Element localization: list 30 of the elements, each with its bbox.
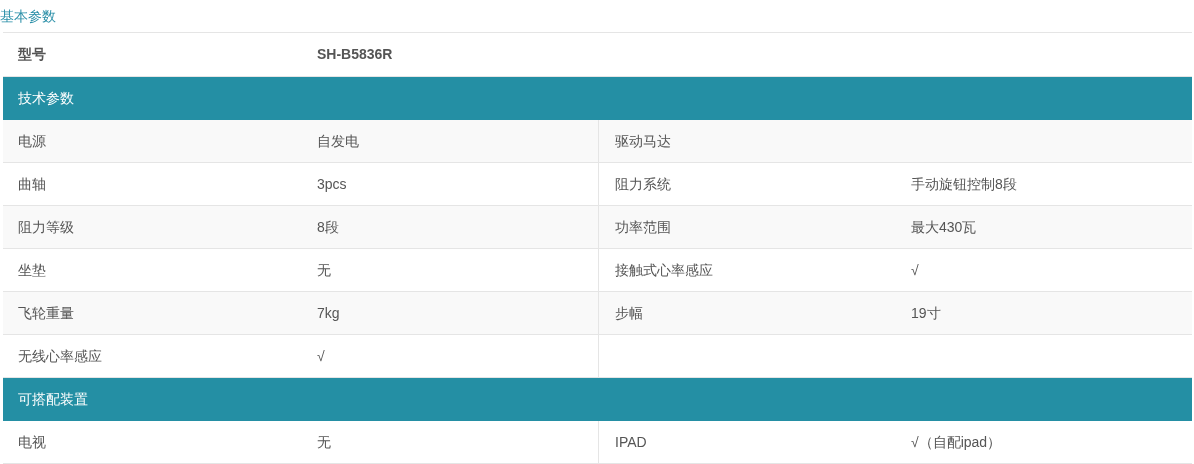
field-label: 型号 bbox=[17, 45, 47, 64]
spec-value: √ bbox=[911, 260, 919, 280]
spec-label: 驱动马达 bbox=[615, 131, 671, 151]
spec-value: 自发电 bbox=[317, 131, 359, 151]
spec-value: 8段 bbox=[317, 217, 339, 237]
spec-label: 坐垫 bbox=[18, 260, 46, 280]
spec-value: 无 bbox=[317, 432, 331, 452]
spec-value: √ bbox=[317, 346, 325, 366]
spec-value: 无 bbox=[317, 260, 331, 280]
spec-label: 接触式心率感应 bbox=[615, 260, 713, 280]
spec-label: 飞轮重量 bbox=[18, 303, 74, 323]
spec-value: 7kg bbox=[317, 303, 340, 323]
spec-value: √（自配ipad） bbox=[911, 432, 1002, 452]
spec-label: IPAD bbox=[615, 432, 647, 452]
spec-label: 无线心率感应 bbox=[18, 346, 102, 366]
spec-value: 19寸 bbox=[911, 303, 941, 323]
section-header-bar: 技术参数 bbox=[3, 77, 1192, 120]
spec-label: 步幅 bbox=[615, 303, 643, 323]
spec-label: 阻力系统 bbox=[615, 174, 671, 194]
spec-value: 最大430瓦 bbox=[911, 217, 977, 237]
spec-label: 功率范围 bbox=[615, 217, 671, 237]
spec-label: 曲轴 bbox=[18, 174, 46, 194]
spec-value: 3pcs bbox=[317, 174, 347, 194]
spec-label: 电源 bbox=[18, 131, 46, 151]
section-header-bar: 可搭配装置 bbox=[3, 378, 1192, 421]
field-value: SH-B5836R bbox=[316, 45, 393, 64]
spec-value: 手动旋钮控制8段 bbox=[911, 174, 1017, 194]
spec-label: 电视 bbox=[18, 432, 46, 452]
section-heading: 基本参数 bbox=[0, 6, 56, 26]
spec-label: 阻力等级 bbox=[18, 217, 74, 237]
